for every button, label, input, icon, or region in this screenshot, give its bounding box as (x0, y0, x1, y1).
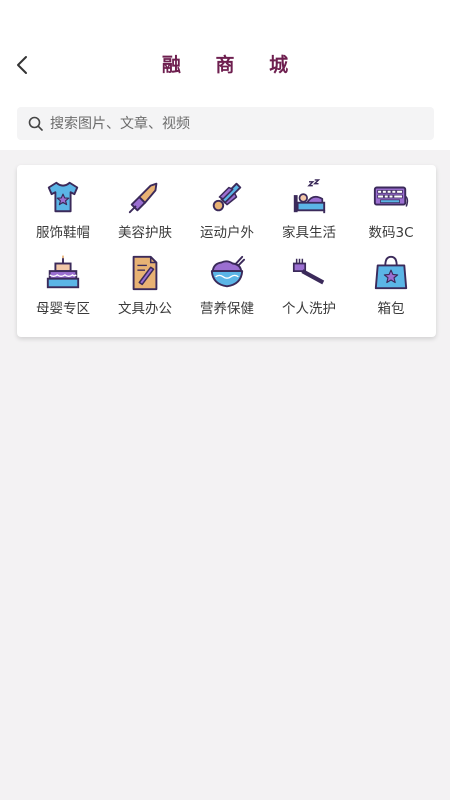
category-label: 数码3C (368, 225, 414, 241)
category-clothing[interactable]: 服饰鞋帽 (22, 177, 104, 241)
category-label: 服饰鞋帽 (36, 225, 90, 241)
page-title: 融 商 城 (161, 54, 303, 76)
category-label: 箱包 (377, 301, 405, 317)
cake-icon (43, 253, 83, 293)
toothbrush-icon (289, 253, 329, 293)
category-sports[interactable]: 运动户外 (186, 177, 268, 241)
category-label: 家具生活 (282, 225, 336, 241)
category-baby[interactable]: 母婴专区 (22, 253, 104, 317)
category-stationery[interactable]: 文具办公 (104, 253, 186, 317)
category-bags[interactable]: 箱包 (350, 253, 432, 317)
category-label: 营养保健 (200, 301, 254, 317)
shopping-bag-icon (371, 253, 411, 293)
search-input[interactable] (50, 108, 410, 139)
bowl-icon (207, 253, 247, 293)
keyboard-icon (371, 177, 411, 217)
category-label: 母婴专区 (36, 301, 90, 317)
search-bar[interactable] (17, 107, 434, 140)
category-nutrition[interactable]: 营养保健 (186, 253, 268, 317)
category-label: 文具办公 (118, 301, 172, 317)
category-label: 运动户外 (200, 225, 254, 241)
shuttlecock-icon (207, 177, 247, 217)
lipstick-icon (125, 177, 165, 217)
tshirt-icon (43, 177, 83, 217)
category-card: 服饰鞋帽 美容护肤 运动户外 家具生活 数码3C 母婴专区 文具办公 营养保健 … (17, 165, 436, 337)
document-icon (125, 253, 165, 293)
top-bar: 融 商 城 (0, 0, 450, 150)
category-label: 个人洗护 (282, 301, 336, 317)
category-digital[interactable]: 数码3C (350, 177, 432, 241)
category-beauty[interactable]: 美容护肤 (104, 177, 186, 241)
category-label: 美容护肤 (118, 225, 172, 241)
category-personal-care[interactable]: 个人洗护 (268, 253, 350, 317)
bed-icon (289, 177, 329, 217)
search-icon (28, 116, 44, 132)
category-grid: 服饰鞋帽 美容护肤 运动户外 家具生活 数码3C 母婴专区 文具办公 营养保健 … (22, 177, 432, 317)
category-home[interactable]: 家具生活 (268, 177, 350, 241)
